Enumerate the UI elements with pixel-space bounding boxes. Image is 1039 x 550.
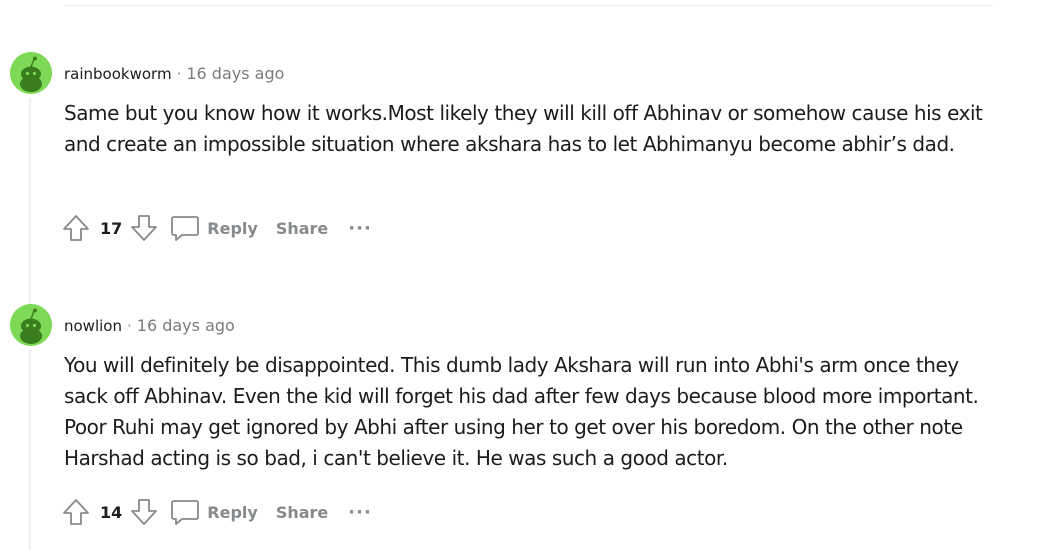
snoo-avatar-icon[interactable] <box>10 304 52 346</box>
reply-label: Reply <box>207 502 258 522</box>
thread-line[interactable] <box>29 98 31 310</box>
speech-bubble-icon <box>170 214 200 242</box>
comment-body: Same but you know how it works.Most like… <box>64 101 983 156</box>
username-link[interactable]: rainbookworm <box>64 65 172 83</box>
upvote-arrow-icon[interactable] <box>60 496 92 528</box>
downvote-arrow-icon[interactable] <box>128 212 160 244</box>
comment-meta: nowlion · 16 days ago <box>64 316 235 336</box>
timestamp-link[interactable]: 16 days ago <box>186 64 284 83</box>
share-button[interactable]: Share <box>276 219 328 238</box>
comment-actions: 17 Reply Share ··· <box>60 211 372 245</box>
vote-count: 14 <box>100 502 123 522</box>
ellipsis-icon[interactable]: ··· <box>348 218 372 239</box>
meta-separator: · <box>126 317 132 335</box>
username-link[interactable]: nowlion <box>64 317 122 335</box>
comment-actions: 14 Reply Share ··· <box>60 495 372 529</box>
downvote-arrow-icon[interactable] <box>128 496 160 528</box>
reply-label: Reply <box>207 218 258 238</box>
timestamp-link[interactable]: 16 days ago <box>137 316 235 335</box>
reply-button[interactable]: Reply <box>170 214 258 242</box>
vote-count: 17 <box>100 218 123 238</box>
top-divider <box>64 5 994 6</box>
snoo-avatar-icon[interactable] <box>10 52 52 94</box>
meta-separator: · <box>176 65 182 83</box>
thread-line[interactable] <box>29 350 31 550</box>
ellipsis-icon[interactable]: ··· <box>348 502 372 523</box>
share-button[interactable]: Share <box>276 503 328 522</box>
upvote-arrow-icon[interactable] <box>60 212 92 244</box>
reply-button[interactable]: Reply <box>170 498 258 526</box>
speech-bubble-icon <box>170 498 200 526</box>
comment-meta: rainbookworm · 16 days ago <box>64 64 284 84</box>
comment-body: You will definitely be disappointed. Thi… <box>64 353 979 470</box>
